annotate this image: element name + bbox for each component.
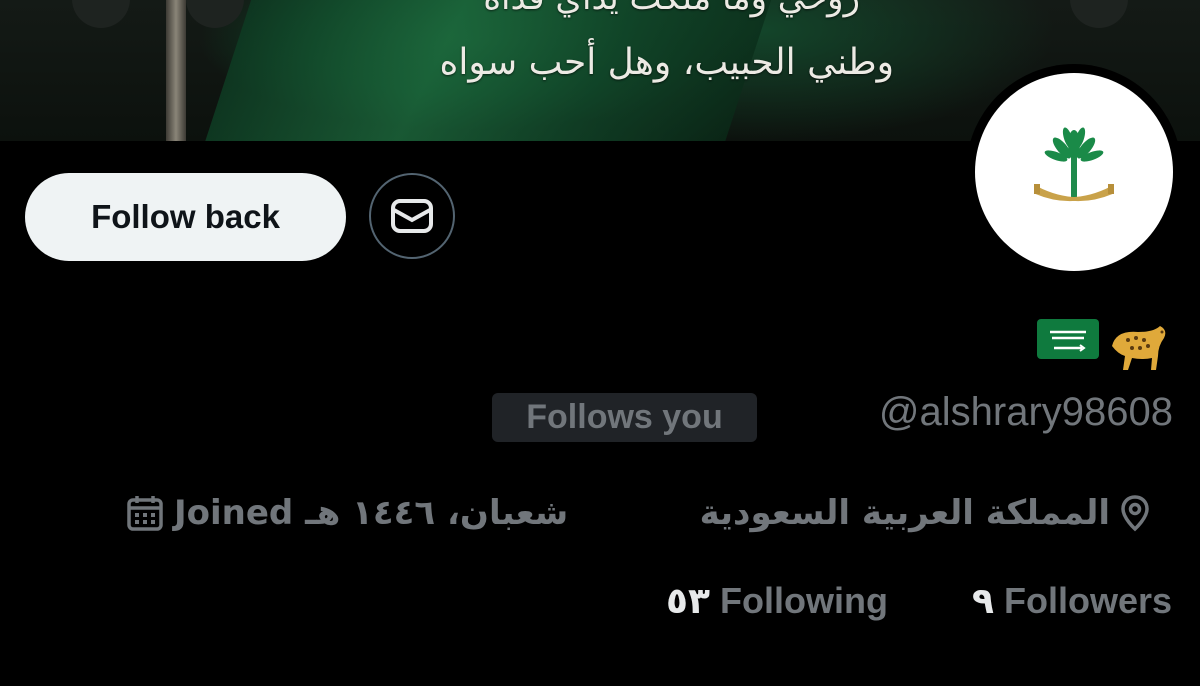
follow-back-button[interactable]: Follow back <box>25 173 346 261</box>
following-count: ٥٣ <box>666 580 710 621</box>
envelope-icon <box>391 199 433 233</box>
profile-location: المملكة العربية السعودية <box>700 490 1150 536</box>
following-link[interactable]: ٥٣ Following <box>666 580 888 622</box>
banner-text-line1: روحي وما ملكت يداي فداه <box>483 0 860 18</box>
profile-joined: Joined شعبان، ١٤٤٦ هـ <box>126 490 568 536</box>
joined-text: Joined شعبان، ١٤٤٦ هـ <box>174 493 569 533</box>
followers-count: ٩ <box>971 580 994 621</box>
message-button[interactable] <box>369 173 455 259</box>
location-text: المملكة العربية السعودية <box>699 493 1110 533</box>
following-label: Following <box>719 580 888 621</box>
location-pin-icon <box>1121 495 1149 532</box>
bio-emojis <box>1036 316 1170 372</box>
banner-more-button-edge[interactable] <box>1070 0 1128 28</box>
banner-back-button-edge[interactable] <box>72 0 130 28</box>
saudi-emblem-icon <box>1034 127 1114 202</box>
banner-flag-pole <box>166 0 186 141</box>
banner-text-line2: وطني الحبيب، وهل أحب سواه <box>439 42 894 83</box>
follows-you-badge: Follows you <box>492 393 757 442</box>
followers-link[interactable]: ٩ Followers <box>972 580 1172 622</box>
calendar-icon <box>127 496 163 531</box>
followers-label: Followers <box>1003 580 1172 621</box>
saudi-flag-emoji-icon <box>1037 319 1099 359</box>
banner-icon-edge[interactable] <box>186 0 244 28</box>
profile-handle: @alshrary98608 <box>878 390 1173 434</box>
leopard-emoji-icon <box>1112 326 1166 370</box>
avatar[interactable] <box>975 73 1173 271</box>
